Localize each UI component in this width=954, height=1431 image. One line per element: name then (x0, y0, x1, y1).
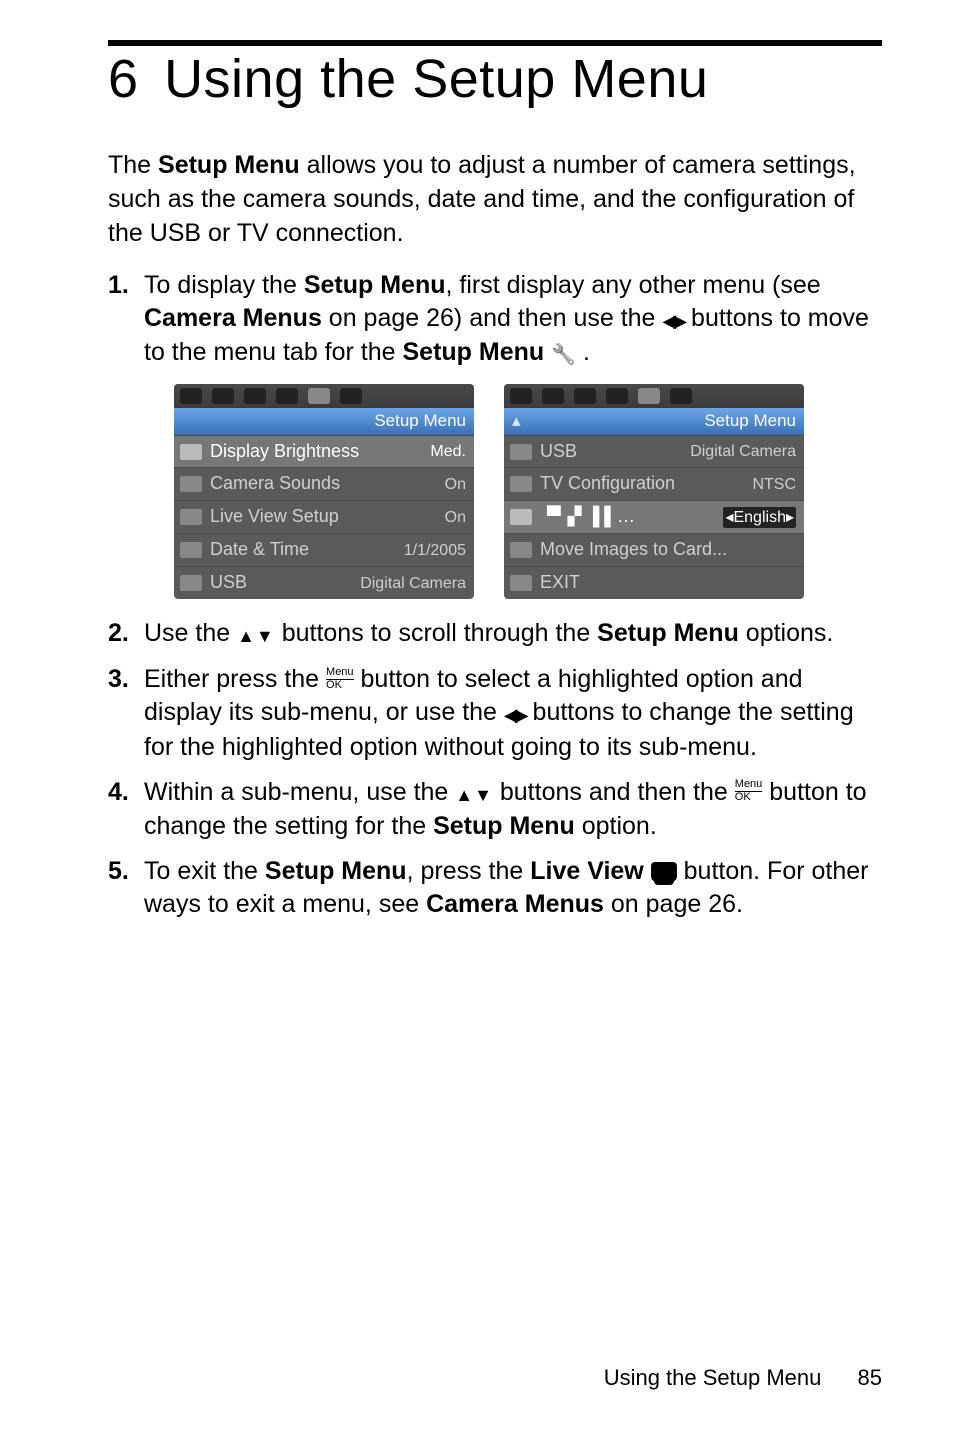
step-number: 5. (108, 855, 129, 888)
menu-ok-bottom: OK (735, 792, 763, 803)
row-value: ◂English▸ (723, 507, 796, 528)
menu-banner: ▴ Setup Menu (504, 408, 804, 435)
menu-row: Live View Setup On (174, 500, 474, 533)
step-text: Either press the (144, 665, 326, 693)
row-label: Camera Sounds (210, 472, 437, 496)
step-text: Use the (144, 619, 237, 647)
step-bold: Setup Menu (265, 857, 407, 885)
menu-tabbar (504, 384, 804, 408)
step-text: buttons to scroll through the (275, 619, 597, 647)
step-text: . (576, 338, 590, 366)
step-text: on page 26) and then use the (322, 304, 663, 332)
row-icon (180, 542, 202, 558)
row-label: Date & Time (210, 538, 396, 562)
row-label: ▝▘▞ ▐ ▌… (540, 505, 715, 529)
row-label: Move Images to Card... (540, 538, 788, 562)
row-icon (180, 575, 202, 591)
live-view-icon (651, 862, 677, 882)
step-5: 5. To exit the Setup Menu, press the Liv… (108, 855, 882, 922)
step-text: buttons and then the (493, 778, 735, 806)
intro-paragraph: The Setup Menu allows you to adjust a nu… (108, 149, 882, 250)
page-number: 85 (858, 1365, 882, 1390)
menu-row: Camera Sounds On (174, 467, 474, 500)
step-bold: Live View (530, 857, 644, 885)
step-bold: Setup Menu (304, 271, 446, 299)
left-right-arrows-icon (662, 303, 684, 336)
menu-ok-button-icon: MenuOK (326, 667, 354, 691)
step-2: 2. Use the buttons to scroll through the… (108, 617, 882, 651)
row-label: TV Configuration (540, 472, 744, 496)
chapter-number: 6 (108, 50, 139, 109)
step-bold: Setup Menu (403, 338, 545, 366)
row-label: USB (210, 571, 352, 595)
row-value: 1/1/2005 (404, 540, 466, 561)
menu-row: ▝▘▞ ▐ ▌… ◂English▸ (504, 500, 804, 533)
step-number: 4. (108, 776, 129, 809)
step-bold: Setup Menu (597, 619, 739, 647)
step-text: To display the (144, 271, 304, 299)
menu-tabbar (174, 384, 474, 408)
step-bold: Camera Menus (144, 304, 322, 332)
step-text: , first display any other menu (see (446, 271, 821, 299)
step-text: options. (739, 619, 834, 647)
up-down-arrows-icon (455, 777, 493, 810)
row-icon (510, 476, 532, 492)
row-icon (510, 575, 532, 591)
footer-text: Using the Setup Menu (604, 1365, 822, 1390)
row-icon (180, 509, 202, 525)
chapter-title: Using the Setup Menu (164, 49, 708, 109)
intro-bold: Setup Menu (158, 151, 300, 179)
setup-menu-screenshot-b: ▴ Setup Menu USB Digital Camera TV Configu… (504, 384, 804, 599)
menu-row: Display Brightness Med. (174, 435, 474, 468)
menu-row: TV Configuration NTSC (504, 467, 804, 500)
intro-text: The (108, 151, 158, 179)
row-value: Digital Camera (360, 573, 466, 594)
row-value: On (445, 507, 466, 528)
step-1: 1. To display the Setup Menu, first disp… (108, 269, 882, 600)
step-number: 3. (108, 663, 129, 696)
chapter-heading: 6 Using the Setup Menu (108, 50, 882, 109)
menu-ok-button-icon: MenuOK (735, 779, 763, 803)
row-label: Display Brightness (210, 440, 422, 464)
row-icon (510, 509, 532, 525)
row-value: NTSC (752, 474, 796, 495)
up-down-arrows-icon (237, 618, 275, 651)
menu-banner: Setup Menu (174, 408, 474, 435)
row-label: EXIT (540, 571, 788, 595)
menu-banner-text: Setup Menu (374, 411, 466, 430)
page-footer: Using the Setup Menu 85 (604, 1365, 882, 1391)
step-text: Within a sub-menu, use the (144, 778, 455, 806)
row-icon (180, 444, 202, 460)
row-value: Digital Camera (690, 441, 796, 462)
step-bold: Camera Menus (426, 890, 604, 918)
step-text: option. (575, 812, 657, 840)
step-bold: Setup Menu (433, 812, 575, 840)
row-icon (510, 542, 532, 558)
menu-row: Move Images to Card... (504, 533, 804, 566)
wrench-icon (551, 337, 576, 370)
step-number: 1. (108, 269, 129, 302)
menu-row: EXIT (504, 566, 804, 599)
menu-banner-text: Setup Menu (704, 411, 796, 430)
row-value: Med. (430, 441, 466, 462)
left-right-arrows-icon (504, 697, 526, 730)
row-label: USB (540, 440, 682, 464)
menu-ok-top: Menu (326, 667, 354, 680)
row-icon (510, 444, 532, 460)
step-3: 3. Either press the MenuOK button to sel… (108, 663, 882, 764)
setup-menu-screenshot-a: Setup Menu Display Brightness Med. Camera… (174, 384, 474, 599)
step-4: 4. Within a sub-menu, use the buttons an… (108, 776, 882, 843)
row-label: Live View Setup (210, 505, 437, 529)
menu-ok-bottom: OK (326, 680, 354, 691)
menu-row: USB Digital Camera (174, 566, 474, 599)
step-text: To exit the (144, 857, 265, 885)
menu-row: USB Digital Camera (504, 435, 804, 468)
step-text: , press the (407, 857, 531, 885)
row-icon (180, 476, 202, 492)
step-text: on page 26. (604, 890, 743, 918)
scroll-up-icon: ▴ (512, 410, 521, 433)
step-number: 2. (108, 617, 129, 650)
row-value: On (445, 474, 466, 495)
menu-row: Date & Time 1/1/2005 (174, 533, 474, 566)
